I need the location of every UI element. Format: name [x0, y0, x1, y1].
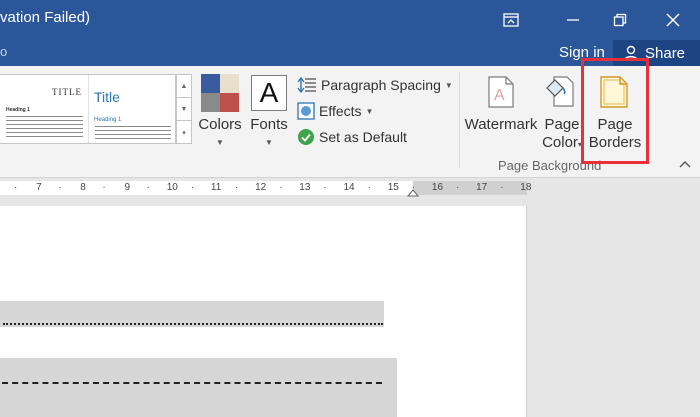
ruler-number: 9	[124, 182, 131, 193]
gallery-scroll-controls: ▲ ▼ ▾	[176, 74, 192, 144]
dashed-line	[2, 382, 382, 384]
ruler-minor-tick: ·	[367, 182, 371, 193]
effects-icon	[297, 102, 315, 120]
word-window: vation Failed) o Sign in Share TITLE Hea…	[0, 0, 700, 417]
chevron-down-icon: ▼	[265, 138, 273, 147]
paragraph-spacing-label: Paragraph Spacing	[321, 77, 441, 93]
chevron-down-icon: ▼	[180, 105, 188, 113]
set-as-default-button[interactable]: Set as Default	[297, 126, 407, 148]
ruler-minor-tick: ·	[102, 182, 106, 193]
style-set-gallery: TITLE Heading 1 Title Heading 1	[0, 74, 176, 144]
more-icon: ▾	[182, 129, 186, 137]
color-palette-icon	[201, 74, 239, 112]
style-thumbnail-heading: Heading 1	[6, 107, 30, 113]
title-bar: vation Failed)	[0, 0, 700, 40]
style-thumbnail-heading: Heading 1	[94, 117, 122, 123]
watermark-label: Watermark	[464, 116, 538, 133]
chevron-up-icon: ▲	[180, 82, 188, 90]
style-set-thumbnail-title[interactable]: Title Heading 1	[88, 75, 175, 143]
ruler-number: 13	[299, 182, 311, 193]
ruler-minor-tick: ·	[279, 182, 283, 193]
ruler-number: 12	[255, 182, 267, 193]
ruler-right-margin	[413, 181, 527, 195]
gallery-more-button[interactable]: ▾	[177, 121, 191, 144]
page-color-label: Page	[544, 116, 580, 133]
close-icon	[666, 13, 680, 27]
ruler-minor-tick: ·	[235, 182, 239, 193]
watermark-button[interactable]: A Watermark	[463, 66, 539, 156]
gallery-scroll-down-button[interactable]: ▼	[177, 98, 191, 121]
ruler-minor-tick: ·	[146, 182, 150, 193]
gallery-scroll-up-button[interactable]: ▲	[177, 75, 191, 98]
paint-bucket-icon	[546, 76, 574, 107]
paragraph-spacing-icon	[297, 76, 316, 94]
ruler-minor-tick: ·	[500, 182, 504, 193]
minimize-button[interactable]	[550, 0, 596, 40]
style-set-thumbnail-basic[interactable]: TITLE Heading 1	[0, 75, 88, 143]
ruler-number: 10	[166, 182, 178, 193]
ruler-number: 8	[80, 182, 86, 193]
ruler-number: 15	[387, 182, 399, 193]
colors-button[interactable]: Colors ▼	[196, 66, 244, 156]
font-letter-icon: A	[251, 75, 287, 111]
ruler-number: 11	[210, 182, 222, 193]
ruler-number: 16	[431, 182, 444, 193]
style-thumbnail-title: Title	[94, 89, 120, 105]
chevron-down-icon: ▼	[365, 106, 374, 116]
ruler-minor-tick: ·	[14, 182, 18, 193]
fonts-label: Fonts	[250, 116, 288, 133]
svg-text:A: A	[494, 87, 505, 104]
style-thumbnail-title: TITLE	[52, 87, 82, 97]
ruler-number: 7	[36, 182, 42, 193]
right-indent-marker-icon[interactable]	[407, 189, 419, 197]
collapse-ribbon-icon[interactable]	[679, 160, 691, 168]
ruler-number: 18	[520, 182, 532, 193]
dashed-border-sample	[0, 358, 397, 417]
colors-label: Colors	[198, 116, 242, 133]
window-title: vation Failed)	[0, 9, 91, 26]
chevron-down-icon: ▼	[216, 138, 224, 147]
restore-icon	[613, 13, 627, 27]
effects-button[interactable]: Effects ▼	[297, 100, 373, 122]
page-color-button[interactable]: Page Color▾	[539, 66, 585, 156]
paragraph-spacing-button[interactable]: Paragraph Spacing ▼	[297, 74, 453, 96]
style-thumbnail-body	[6, 116, 83, 140]
ruler-number: 17	[476, 182, 488, 193]
minimize-icon	[567, 19, 579, 21]
page-color-label-2: Color▾	[542, 134, 582, 151]
ruler-minor-tick: ·	[323, 182, 327, 193]
ruler-minor-tick: ·	[58, 182, 62, 193]
checkmark-icon	[298, 129, 314, 145]
dotted-line	[3, 323, 383, 325]
annotation-highlight-box	[581, 58, 649, 164]
truncated-tab-indicator: o	[0, 44, 8, 59]
ruler-minor-tick: ·	[456, 182, 460, 193]
ruler-minor-tick: ·	[190, 182, 195, 193]
close-button[interactable]	[650, 0, 696, 40]
style-thumbnail-body	[95, 126, 171, 142]
ribbon-display-options-button[interactable]	[488, 0, 534, 40]
set-as-default-label: Set as Default	[319, 129, 407, 145]
watermark-icon: A	[488, 76, 514, 108]
ribbon-display-icon	[503, 13, 519, 27]
chevron-down-icon: ▼	[444, 80, 453, 90]
fonts-button[interactable]: A Fonts ▼	[246, 66, 292, 156]
effects-label: Effects	[319, 103, 362, 119]
ruler-number: 14	[343, 182, 355, 193]
restore-button[interactable]	[597, 0, 643, 40]
ribbon-group-divider	[459, 72, 460, 168]
share-label: Share	[645, 44, 686, 62]
